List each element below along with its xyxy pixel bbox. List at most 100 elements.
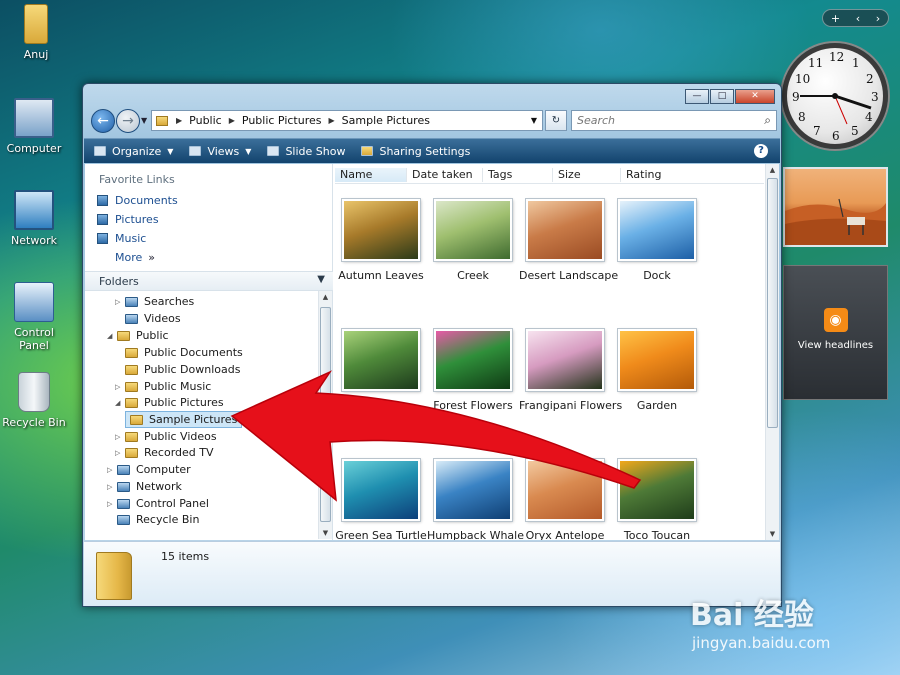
favorite-links-heading: Favorite Links: [99, 173, 175, 186]
scrollbar-thumb[interactable]: [320, 307, 331, 522]
column-header-name[interactable]: Name: [335, 168, 406, 182]
organize-button[interactable]: Organize ▼: [94, 145, 173, 158]
expand-arrow-icon[interactable]: ▷: [107, 483, 117, 491]
tree-item-control-panel[interactable]: ▷ Control Panel: [107, 497, 209, 510]
scroll-up-icon[interactable]: ▲: [766, 166, 779, 174]
tree-item-computer[interactable]: ▷ Computer: [107, 463, 191, 476]
gadget-controls[interactable]: + ‹ ›: [822, 9, 889, 27]
tree-item-public-videos[interactable]: ▷ Public Videos: [115, 430, 217, 443]
clock-gadget[interactable]: 12 1 2 3 4 5 6 7 8 9 10 11: [782, 43, 888, 149]
file-thumbnail[interactable]: Forest: [335, 329, 427, 412]
collapse-arrow-icon[interactable]: ◢: [115, 399, 125, 407]
column-header-date-taken[interactable]: Date taken: [406, 168, 482, 182]
desktop-icon-label: Control Panel: [14, 326, 54, 352]
file-thumbnail[interactable]: Oryx Antelope: [519, 459, 611, 540]
close-button[interactable]: ✕: [735, 89, 775, 104]
desktop-icon-network[interactable]: Network: [0, 190, 70, 247]
desktop-icon-user-folder[interactable]: Anuj: [0, 4, 72, 61]
recent-pages-dropdown-icon[interactable]: ▼: [141, 116, 147, 125]
gadget-prev-icon[interactable]: ‹: [856, 12, 860, 25]
tree-item-network[interactable]: ▷ Network: [107, 480, 182, 493]
views-button[interactable]: Views ▼: [189, 145, 251, 158]
desktop-icon-recycle-bin[interactable]: Recycle Bin: [0, 372, 70, 429]
scroll-down-icon[interactable]: ▼: [766, 530, 779, 538]
collapse-arrow-icon[interactable]: ◢: [107, 332, 117, 340]
favorite-link-more[interactable]: More »: [115, 251, 155, 264]
view-headlines-link[interactable]: View headlines: [798, 340, 873, 351]
favorite-link-documents[interactable]: Documents: [97, 194, 178, 207]
desktop-icon-control-panel[interactable]: Control Panel: [0, 282, 70, 352]
sharing-settings-label: Sharing Settings: [379, 144, 471, 158]
breadcrumb-public[interactable]: Public: [189, 114, 222, 127]
expand-arrow-icon[interactable]: ▷: [107, 500, 117, 508]
add-gadget-button[interactable]: +: [831, 12, 840, 25]
address-dropdown-icon[interactable]: ▼: [531, 116, 537, 125]
chevron-right-icon[interactable]: ▶: [229, 116, 235, 125]
minimize-button[interactable]: —: [685, 89, 709, 104]
folders-scrollbar[interactable]: ▲ ▼: [318, 291, 332, 539]
breadcrumb-sample-pictures[interactable]: Sample Pictures: [342, 114, 430, 127]
expand-arrow-icon[interactable]: ▷: [115, 383, 125, 391]
expand-arrow-icon[interactable]: ▷: [107, 466, 117, 474]
tree-item-sample-pictures[interactable]: Sample Pictures: [125, 411, 243, 428]
file-thumbnail[interactable]: Forest Flowers: [427, 329, 519, 412]
chevron-down-icon[interactable]: ▼: [317, 274, 325, 285]
folders-header[interactable]: Folders ▼: [85, 271, 333, 291]
tree-item-public[interactable]: ◢ Public: [107, 329, 169, 342]
help-icon[interactable]: ?: [754, 144, 768, 158]
file-thumbnail[interactable]: Garden: [611, 329, 703, 412]
scroll-down-icon[interactable]: ▼: [319, 529, 332, 537]
file-thumbnail[interactable]: Dock: [611, 199, 703, 282]
file-thumbnail[interactable]: Humpback Whale: [427, 459, 524, 540]
column-header-rating[interactable]: Rating: [620, 168, 709, 182]
desktop-icon-computer[interactable]: Computer: [0, 98, 70, 155]
feed-headlines-gadget[interactable]: ◉ View headlines: [783, 265, 888, 400]
favorite-link-pictures[interactable]: Pictures: [97, 213, 159, 226]
gadget-next-icon[interactable]: ›: [876, 12, 880, 25]
tree-item-label: Network: [136, 480, 182, 493]
tree-item-label: Public Pictures: [144, 396, 224, 409]
more-label: More: [115, 251, 143, 264]
folder-icon: [96, 552, 132, 600]
file-thumbnail[interactable]: Creek: [427, 199, 519, 282]
sharing-settings-button[interactable]: Sharing Settings: [361, 145, 470, 158]
address-bar[interactable]: ▶ Public ▶ Public Pictures ▶ Sample Pict…: [151, 110, 543, 131]
folder-icon: [117, 330, 130, 341]
file-thumbnail[interactable]: Toco Toucan: [611, 459, 703, 540]
file-thumbnail[interactable]: Green Sea Turtle: [335, 459, 427, 540]
expand-arrow-icon[interactable]: ▷: [115, 433, 125, 441]
folder-icon: [130, 414, 143, 425]
tree-item-public-pictures[interactable]: ◢ Public Pictures: [115, 396, 224, 409]
file-thumbnail[interactable]: Autumn Leaves: [335, 199, 427, 282]
slideshow-gadget[interactable]: [783, 167, 888, 247]
tree-item-recorded-tv[interactable]: ▷ Recorded TV: [115, 446, 214, 459]
sharing-icon: [361, 146, 374, 156]
tree-item-recycle-bin[interactable]: Recycle Bin: [107, 513, 199, 526]
chevron-right-icon[interactable]: ▶: [176, 116, 182, 125]
tree-item-public-downloads[interactable]: Public Downloads: [115, 363, 240, 376]
breadcrumb-public-pictures[interactable]: Public Pictures: [242, 114, 322, 127]
refresh-button[interactable]: ↻: [545, 110, 567, 131]
scroll-up-icon[interactable]: ▲: [319, 293, 332, 301]
files-scrollbar[interactable]: ▲ ▼: [765, 164, 779, 540]
tree-item-videos[interactable]: Videos: [115, 312, 181, 325]
back-button[interactable]: ←: [91, 109, 115, 133]
scrollbar-thumb[interactable]: [767, 178, 778, 428]
expand-arrow-icon[interactable]: ▷: [115, 298, 125, 306]
file-thumbnail[interactable]: Desert Landscape: [519, 199, 618, 282]
file-thumbnail[interactable]: Frangipani Flowers: [519, 329, 622, 412]
search-input[interactable]: Search ⌕: [571, 110, 777, 131]
chevron-right-icon[interactable]: ▶: [329, 116, 335, 125]
column-header-size[interactable]: Size: [552, 168, 614, 182]
forward-button[interactable]: →: [116, 109, 140, 133]
tree-item-searches[interactable]: ▷ Searches: [115, 295, 194, 308]
explorer-window[interactable]: — □ ✕ ← → ▼ ▶ Public ▶ Public Pictures ▶…: [82, 83, 782, 607]
tree-item-public-music[interactable]: ▷ Public Music: [115, 380, 211, 393]
tree-item-public-documents[interactable]: Public Documents: [115, 346, 243, 359]
maximize-button[interactable]: □: [710, 89, 734, 104]
favorite-link-music[interactable]: Music: [97, 232, 146, 245]
search-icon[interactable]: ⌕: [764, 113, 771, 128]
column-header-tags[interactable]: Tags: [482, 168, 552, 182]
slideshow-button[interactable]: Slide Show: [267, 145, 345, 158]
expand-arrow-icon[interactable]: ▷: [115, 449, 125, 457]
